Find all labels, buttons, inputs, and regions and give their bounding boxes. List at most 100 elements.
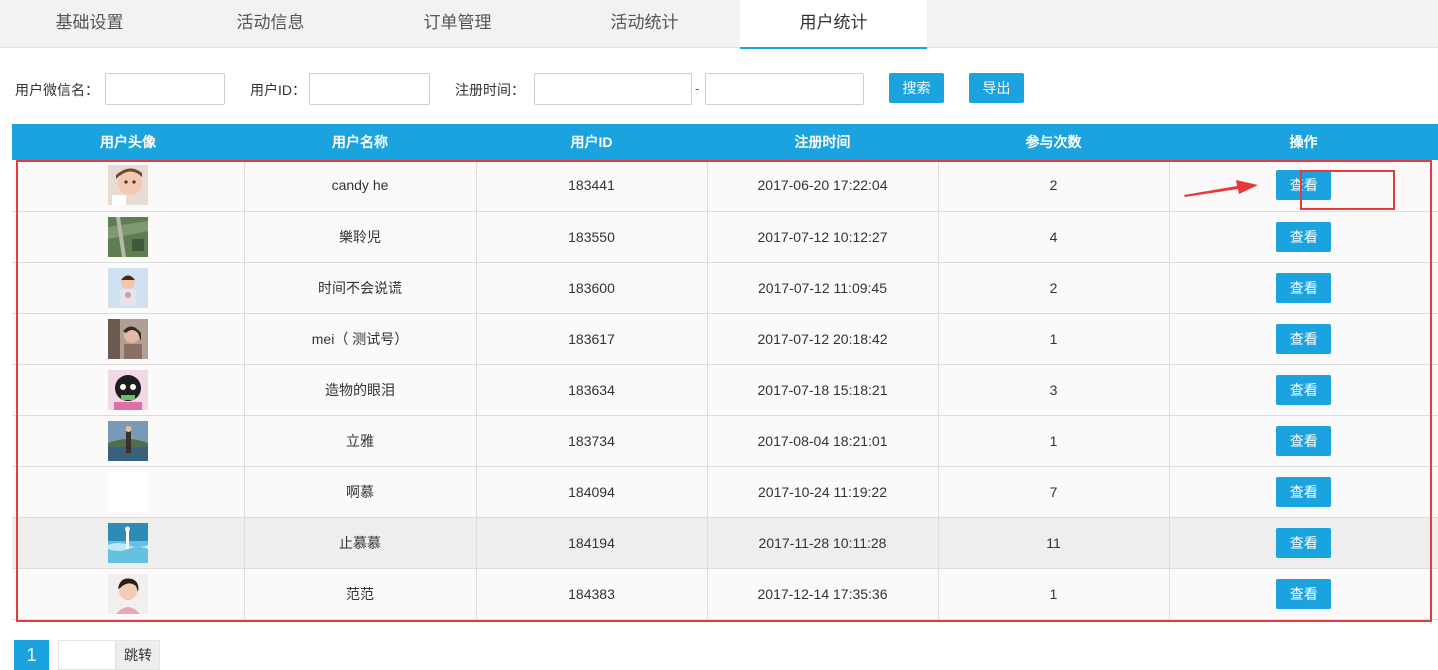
- nickname-label: 用户微信名：: [15, 82, 99, 98]
- cell-avatar: [12, 211, 245, 263]
- userid-input[interactable]: [309, 73, 430, 105]
- user-table: 用户头像 用户名称 用户ID 注册时间 参与次数 操作 candy he 1834…: [12, 124, 1438, 620]
- cell-action: 查看: [1169, 568, 1438, 620]
- header-count: 参与次数: [938, 124, 1169, 160]
- filter-bar: 用户微信名： 用户ID： 注册时间： - 搜索 导出: [0, 72, 1438, 106]
- table-row: 止慕慕 184194 2017-11-28 10:11:28 11 查看: [12, 517, 1438, 569]
- cell-reg-time: 2017-12-14 17:35:36: [707, 568, 939, 620]
- avatar: [107, 318, 148, 359]
- cell-action: 查看: [1169, 517, 1438, 569]
- regtime-label: 注册时间：: [455, 82, 525, 98]
- table-header-row: 用户头像 用户名称 用户ID 注册时间 参与次数 操作: [12, 124, 1438, 160]
- cell-action: 查看: [1169, 211, 1438, 263]
- userid-label: 用户ID：: [250, 82, 306, 98]
- cell-count: 1: [938, 313, 1170, 365]
- tab-basic-settings[interactable]: 基础设置: [0, 0, 183, 48]
- cell-name: mei（ 测试号）: [244, 313, 477, 365]
- cell-name: candy he: [244, 160, 477, 212]
- view-button[interactable]: 查看: [1276, 476, 1332, 507]
- cell-reg-time: 2017-07-12 20:18:42: [707, 313, 939, 365]
- view-button[interactable]: 查看: [1276, 221, 1332, 252]
- regtime-end-input[interactable]: [705, 73, 864, 105]
- cell-name: 止慕慕: [244, 517, 477, 569]
- avatar: [107, 522, 148, 563]
- cell-count: 7: [938, 466, 1170, 518]
- cell-action: 查看: [1169, 160, 1438, 212]
- view-button[interactable]: 查看: [1276, 527, 1332, 558]
- view-button[interactable]: 查看: [1276, 425, 1332, 456]
- cell-user-id: 184094: [476, 466, 708, 518]
- cell-avatar: [12, 568, 245, 620]
- cell-reg-time: 2017-11-28 10:11:28: [707, 517, 939, 569]
- export-button[interactable]: 导出: [969, 73, 1024, 103]
- cell-user-id: 183734: [476, 415, 708, 467]
- cell-avatar: [12, 466, 245, 518]
- cell-reg-time: 2017-10-24 11:19:22: [707, 466, 939, 518]
- tab-order-management[interactable]: 订单管理: [364, 0, 551, 48]
- cell-count: 1: [938, 415, 1170, 467]
- cell-user-id: 183550: [476, 211, 708, 263]
- page-number-current[interactable]: 1: [14, 640, 49, 670]
- cell-name: 立雅: [244, 415, 477, 467]
- table-row: candy he 183441 2017-06-20 17:22:04 2 查看: [12, 160, 1438, 212]
- cell-count: 2: [938, 160, 1170, 212]
- page-jump-button[interactable]: 跳转: [116, 640, 160, 670]
- tab-user-stats[interactable]: 用户统计: [740, 0, 927, 49]
- cell-avatar: [12, 160, 245, 212]
- avatar: [107, 573, 148, 614]
- view-button[interactable]: 查看: [1276, 578, 1332, 609]
- cell-user-id: 184383: [476, 568, 708, 620]
- cell-avatar: [12, 262, 245, 314]
- cell-name: 啊慕: [244, 466, 477, 518]
- page-jump-input[interactable]: [58, 640, 116, 670]
- cell-user-id: 183441: [476, 160, 708, 212]
- header-reg-time: 注册时间: [707, 124, 938, 160]
- header-avatar: 用户头像: [12, 124, 244, 160]
- cell-name: 樂聆児: [244, 211, 477, 263]
- view-button[interactable]: 查看: [1276, 170, 1332, 201]
- cell-action: 查看: [1169, 415, 1438, 467]
- cell-action: 查看: [1169, 313, 1438, 365]
- cell-user-id: 183600: [476, 262, 708, 314]
- tab-activity-info[interactable]: 活动信息: [177, 0, 364, 48]
- avatar: [107, 420, 148, 461]
- table-row: 啊慕 184094 2017-10-24 11:19:22 7 查看: [12, 466, 1438, 518]
- cell-reg-time: 2017-07-18 15:18:21: [707, 364, 939, 416]
- cell-count: 1: [938, 568, 1170, 620]
- table-row: 立雅 183734 2017-08-04 18:21:01 1 查看: [12, 415, 1438, 467]
- cell-user-id: 184194: [476, 517, 708, 569]
- cell-count: 3: [938, 364, 1170, 416]
- tab-activity-stats[interactable]: 活动统计: [551, 0, 738, 48]
- cell-avatar: [12, 364, 245, 416]
- header-action: 操作: [1169, 124, 1438, 160]
- view-button[interactable]: 查看: [1276, 374, 1332, 405]
- header-user-id: 用户ID: [476, 124, 707, 160]
- cell-reg-time: 2017-08-04 18:21:01: [707, 415, 939, 467]
- cell-avatar: [12, 313, 245, 365]
- cell-action: 查看: [1169, 364, 1438, 416]
- cell-avatar: [12, 517, 245, 569]
- avatar: [107, 471, 148, 512]
- view-button[interactable]: 查看: [1276, 272, 1332, 303]
- search-button[interactable]: 搜索: [889, 73, 944, 103]
- header-name: 用户名称: [244, 124, 476, 160]
- cell-name: 时间不会说谎: [244, 262, 477, 314]
- view-button[interactable]: 查看: [1276, 323, 1332, 354]
- avatar: [107, 369, 148, 410]
- cell-avatar: [12, 415, 245, 467]
- table-row: 樂聆児 183550 2017-07-12 10:12:27 4 查看: [12, 211, 1438, 263]
- nickname-input[interactable]: [105, 73, 225, 105]
- tab-bar: 基础设置 活动信息 订单管理 活动统计 用户统计: [0, 0, 1438, 49]
- cell-action: 查看: [1169, 262, 1438, 314]
- cell-count: 11: [938, 517, 1170, 569]
- cell-name: 造物的眼泪: [244, 364, 477, 416]
- table-row: 范范 184383 2017-12-14 17:35:36 1 查看: [12, 568, 1438, 620]
- avatar: [107, 216, 148, 257]
- table-row: 造物的眼泪 183634 2017-07-18 15:18:21 3 查看: [12, 364, 1438, 416]
- cell-reg-time: 2017-07-12 11:09:45: [707, 262, 939, 314]
- avatar: [107, 165, 148, 206]
- regtime-start-input[interactable]: [534, 73, 692, 105]
- table-row: mei（ 测试号） 183617 2017-07-12 20:18:42 1 查看: [12, 313, 1438, 365]
- date-range-separator: -: [695, 81, 700, 96]
- cell-action: 查看: [1169, 466, 1438, 518]
